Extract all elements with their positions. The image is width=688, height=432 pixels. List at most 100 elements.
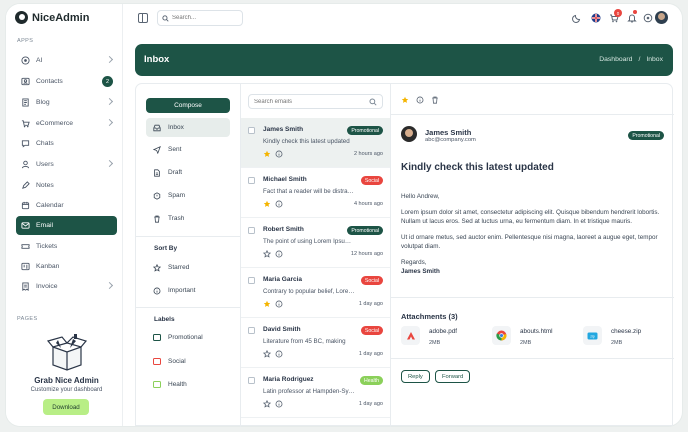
info-circle-icon[interactable] [275,250,283,258]
star-filled-icon[interactable] [263,300,271,308]
sidebar-item-label: Invoice [36,283,58,290]
sidebar-item-invoice[interactable]: Invoice [16,277,117,296]
global-search-input[interactable] [172,15,242,21]
label-promotional[interactable]: Promotional [146,328,230,347]
folder-icon [153,381,161,388]
divider [136,236,240,237]
flag-uk-icon[interactable] [590,12,601,23]
sidebar-item-label: eCommerce [36,120,73,127]
settings-icon[interactable] [642,12,653,23]
folder-draft[interactable]: Draft [146,163,230,182]
cart-count-badge: 0 [614,9,622,17]
sidebar-item-blog[interactable]: Blog [16,93,117,112]
ticket-icon [20,242,30,252]
mail-time: 1 day ago [359,351,383,357]
compose-button[interactable]: Compose [146,98,230,113]
label-social[interactable]: Social [146,352,230,371]
list-item[interactable]: Michael Smith Social Fact that a reader … [241,168,390,218]
cart-icon [20,119,30,129]
list-item[interactable]: Maria Rodriguez Health Latin professor a… [241,368,390,418]
info-circle-icon[interactable] [275,300,283,308]
sidebar-toggle-icon[interactable] [138,13,148,23]
star-filled-icon[interactable] [263,150,271,158]
sort-important[interactable]: Important [146,281,230,300]
select-checkbox[interactable] [248,277,255,284]
breadcrumb-separator: / [638,56,640,63]
list-item[interactable]: Maria Garcia Social Contrary to popular … [241,268,390,318]
page-title: Inbox [144,54,169,65]
info-circle-icon[interactable] [275,200,283,208]
calendar-icon [20,201,30,211]
star-outline-icon[interactable] [263,350,271,358]
reply-button[interactable]: Reply [401,370,430,383]
attachment-item[interactable]: zip cheese.zip 2MB [583,326,663,350]
trash-icon[interactable] [431,96,439,104]
sidebar: NiceAdmin APPS AI Contacts 2 Blog eComme… [6,4,123,426]
search-icon [162,15,169,22]
info-circle-icon[interactable] [275,350,283,358]
select-checkbox[interactable] [248,327,255,334]
sort-label: Starred [168,264,189,271]
promo-subtitle: Customize your dashboard [16,387,117,393]
sidebar-item-users[interactable]: Users [16,155,117,174]
logo[interactable]: NiceAdmin [15,11,89,24]
list-item[interactable]: David Smith Social Literature from 45 BC… [241,318,390,368]
folder-sent[interactable]: Sent [146,140,230,159]
sidebar-item-label: Calendar [36,202,64,209]
list-item[interactable]: James Smith Promotional Kindly check thi… [241,118,390,168]
ai-icon [20,56,30,66]
star-outline-icon[interactable] [263,250,271,258]
select-checkbox[interactable] [248,127,255,134]
star-filled-icon[interactable] [263,200,271,208]
moon-icon[interactable] [571,12,582,23]
svg-text:zip: zip [590,334,595,338]
sidebar-item-tickets[interactable]: Tickets [16,237,117,256]
info-circle-icon[interactable] [416,96,424,104]
list-item[interactable]: Robert Smith Promotional The point of us… [241,218,390,268]
folder-inbox[interactable]: Inbox [146,118,230,137]
mail-body: Hello Andrew, Lorem ipsum dolor sit amet… [401,192,666,276]
select-checkbox[interactable] [248,177,255,184]
email-search[interactable] [248,94,383,109]
sidebar-item-kanban[interactable]: Kanban [16,257,117,276]
sidebar-item-calendar[interactable]: Calendar [16,196,117,215]
spam-icon [153,192,161,200]
breadcrumb: Dashboard / Inbox [599,56,663,63]
folder-trash[interactable]: Trash [146,209,230,228]
logo-text: NiceAdmin [32,12,89,24]
section-label-pages: PAGES [17,316,38,322]
chevron-right-icon [106,160,113,167]
download-button[interactable]: Download [43,399,89,415]
divider [391,358,674,359]
sidebar-item-notes[interactable]: Notes [16,176,117,195]
attachment-item[interactable]: abouts.html 2MB [492,326,572,350]
attachment-item[interactable]: adobe.pdf 2MB [401,326,481,350]
sidebar-item-chats[interactable]: Chats [16,134,117,153]
chrome-file-icon [492,326,511,345]
star-outline-icon[interactable] [263,400,271,408]
forward-button[interactable]: Forward [435,370,470,383]
logo-icon [15,11,28,24]
attachments-heading: Attachments (3) [401,312,458,321]
folder-spam[interactable]: Spam [146,186,230,205]
info-circle-icon[interactable] [275,150,283,158]
sidebar-item-contacts[interactable]: Contacts 2 [16,72,117,91]
sidebar-item-ai[interactable]: AI [16,51,117,70]
info-circle-icon[interactable] [275,400,283,408]
email-search-input[interactable] [254,99,364,105]
mail-subject: Literature from 45 BC, making [263,338,355,345]
sidebar-item-ecommerce[interactable]: eCommerce [16,114,117,133]
label-health[interactable]: Health [146,375,230,394]
mail-tag-badge: Promotional [347,226,383,235]
select-checkbox[interactable] [248,377,255,384]
breadcrumb-dashboard[interactable]: Dashboard [599,56,632,63]
sort-starred[interactable]: Starred [146,258,230,277]
mail-tag-badge: Social [361,176,383,185]
select-checkbox[interactable] [248,227,255,234]
global-search[interactable] [157,10,243,26]
mail-tag-badge: Promotional [347,126,383,135]
sidebar-item-email[interactable]: Email [16,216,117,235]
mail-tag-badge: Social [361,276,383,285]
avatar[interactable] [655,11,668,24]
star-filled-icon[interactable] [401,96,409,104]
